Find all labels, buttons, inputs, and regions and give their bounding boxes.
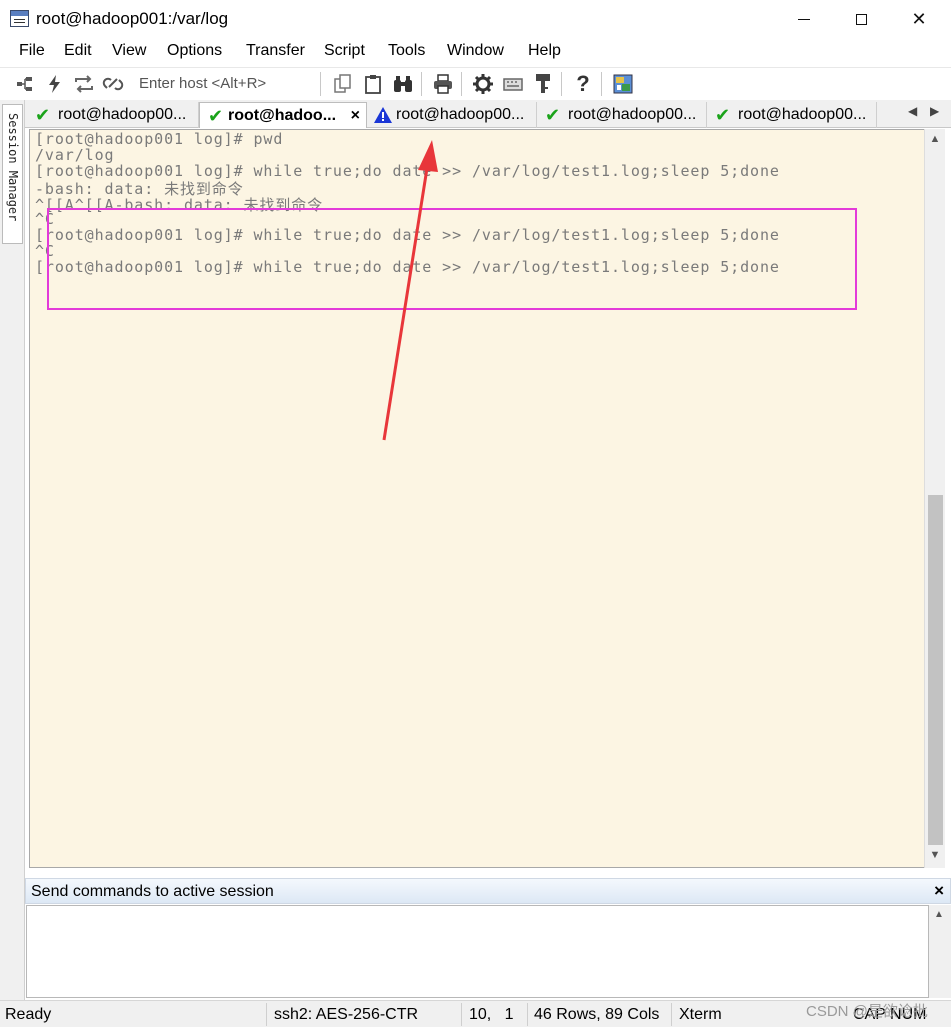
menu-view[interactable]: View [112, 42, 146, 60]
status-ready: Ready [5, 1006, 52, 1023]
copy-icon[interactable] [331, 72, 355, 96]
highlight-box-annotation [47, 208, 857, 310]
menu-tools[interactable]: Tools [388, 42, 425, 60]
tab-session-3[interactable]: root@hadoop00... [367, 102, 537, 128]
minimize-icon [798, 18, 810, 20]
tab-label: root@hadoop00... [396, 106, 525, 123]
check-icon: ✔ [545, 105, 561, 125]
tab-close-icon[interactable]: × [351, 103, 360, 128]
tab-label: root@hadoo... [228, 107, 337, 124]
terminal-scrollbar[interactable]: ▲ ▼ [924, 129, 945, 868]
command-window-header: Send commands to active session × [25, 878, 951, 904]
key-icon[interactable] [531, 72, 555, 96]
connect-icon[interactable] [13, 72, 37, 96]
status-separator [266, 1003, 267, 1026]
tab-session-4[interactable]: ✔ root@hadoop00... [537, 102, 707, 128]
scroll-thumb[interactable] [928, 495, 943, 845]
scroll-up-icon[interactable]: ▲ [934, 909, 944, 920]
status-cipher: ssh2: AES-256-CTR [274, 1006, 419, 1023]
title-bar: root@hadoop001:/var/log ✕ [0, 0, 951, 38]
tab-label: root@hadoop00... [568, 106, 697, 123]
scroll-up-icon[interactable]: ▲ [925, 133, 945, 145]
check-icon: ✔ [208, 106, 224, 126]
command-window-close-icon[interactable]: × [934, 881, 944, 901]
status-separator [671, 1003, 672, 1026]
warning-icon [373, 102, 393, 128]
status-separator [461, 1003, 462, 1026]
toolbar-separator [421, 72, 422, 96]
tab-label: root@hadoop00... [58, 106, 187, 123]
tab-scroll-left-icon[interactable]: ◀ [908, 104, 917, 118]
print-icon[interactable] [431, 72, 455, 96]
csdn-watermark: CSDN @是欲谂批 [806, 1003, 928, 1020]
status-separator [527, 1003, 528, 1026]
paste-icon[interactable] [361, 72, 385, 96]
menu-bar: File Edit View Options Transfer Script T… [0, 38, 951, 66]
toolbar-separator [320, 72, 321, 96]
menu-window[interactable]: Window [447, 42, 504, 60]
securecrt-app-icon [10, 10, 29, 27]
quick-connect-icon[interactable] [43, 72, 67, 96]
settings-icon[interactable] [471, 72, 495, 96]
status-cursor-position: 10, 1 [469, 1006, 514, 1023]
keymap-icon[interactable] [501, 72, 525, 96]
maximize-button[interactable] [832, 0, 890, 38]
close-icon: ✕ [911, 8, 927, 29]
disconnect-icon[interactable] [101, 72, 125, 96]
toolbar-separator [601, 72, 602, 96]
session-manager-label: Session Manager [6, 113, 20, 222]
find-icon[interactable] [391, 72, 415, 96]
check-icon: ✔ [35, 105, 51, 125]
command-scrollbar[interactable]: ▲ [929, 905, 951, 998]
menu-options[interactable]: Options [167, 42, 222, 60]
maximize-icon [855, 13, 867, 25]
help-icon[interactable]: ? [571, 71, 595, 96]
close-button[interactable]: ✕ [890, 0, 948, 38]
minimize-button[interactable] [775, 0, 833, 38]
red-arrow-annotation [382, 140, 438, 441]
status-size: 46 Rows, 89 Cols [534, 1006, 660, 1023]
tab-scroll-right-icon[interactable]: ▶ [930, 104, 939, 118]
tab-session-5[interactable]: ✔ root@hadoop00... [707, 102, 877, 128]
tab-session-2-active[interactable]: ✔ root@hadoo... × [199, 102, 367, 128]
command-window-title: Send commands to active session [31, 883, 274, 900]
menu-edit[interactable]: Edit [64, 42, 92, 60]
window-title: root@hadoop001:/var/log [36, 9, 229, 28]
sftp-icon[interactable] [611, 72, 635, 96]
tab-label: root@hadoop00... [738, 106, 867, 123]
menu-transfer[interactable]: Transfer [246, 42, 305, 60]
toolbar: Enter host <Alt+R> ? [0, 67, 951, 99]
menu-script[interactable]: Script [324, 42, 365, 60]
command-input-area[interactable] [26, 905, 929, 998]
toolbar-separator [561, 72, 562, 96]
scroll-down-icon[interactable]: ▼ [925, 849, 945, 861]
session-tab-bar: ✔ root@hadoop00... ✔ root@hadoo... × roo… [25, 100, 951, 128]
menu-file[interactable]: File [19, 42, 45, 60]
reconnect-icon[interactable] [72, 72, 96, 96]
tab-session-1[interactable]: ✔ root@hadoop00... [27, 102, 199, 128]
status-terminal-type: Xterm [679, 1006, 722, 1023]
toolbar-separator [461, 72, 462, 96]
enter-host-field[interactable]: Enter host <Alt+R> [134, 73, 314, 95]
menu-help[interactable]: Help [528, 42, 561, 60]
session-manager-strip: Session Manager [0, 100, 25, 1000]
check-icon: ✔ [715, 105, 731, 125]
session-manager-tab[interactable]: Session Manager [2, 104, 23, 244]
